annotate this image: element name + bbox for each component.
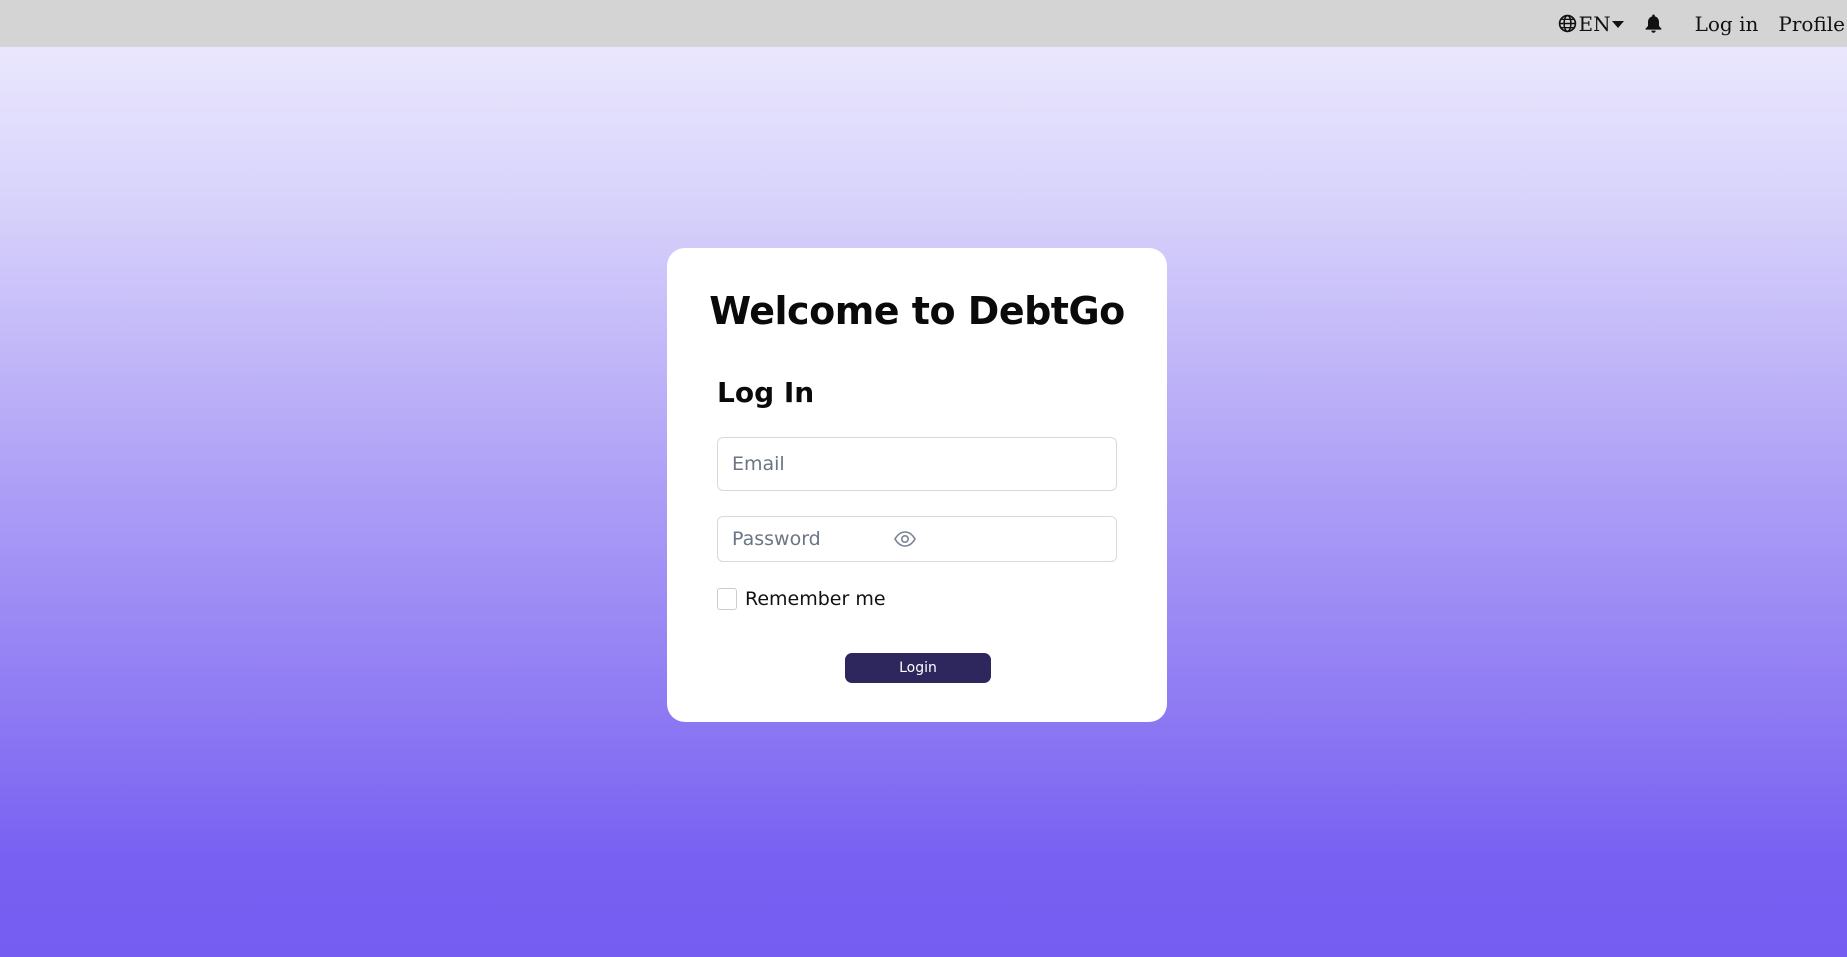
bell-icon [1645,14,1661,33]
login-heading: Log In [717,376,815,409]
remember-me-option[interactable]: Remember me [717,588,886,610]
caret-down-icon [1611,20,1624,28]
email-input[interactable] [718,438,1116,490]
password-input[interactable] [718,517,878,561]
eye-icon [894,531,916,547]
profile-link[interactable]: Profile [1778,12,1845,36]
login-card: Welcome to DebtGo Log In Remember me Log… [667,248,1167,722]
remember-me-checkbox[interactable] [717,588,737,610]
password-visibility-toggle[interactable] [894,529,916,549]
login-button[interactable]: Login [845,653,991,683]
email-field [717,437,1117,491]
language-label: EN [1578,11,1611,36]
login-link[interactable]: Log in [1695,12,1759,36]
notifications-button[interactable] [1644,14,1663,34]
navbar-actions: EN Log in Profile [1558,0,1845,47]
top-navbar: EN Log in Profile [0,0,1847,47]
language-selector[interactable]: EN [1558,11,1624,36]
remember-me-label: Remember me [745,588,886,610]
welcome-title: Welcome to DebtGo [709,289,1125,333]
globe-icon [1559,14,1577,33]
password-field [717,516,1117,562]
